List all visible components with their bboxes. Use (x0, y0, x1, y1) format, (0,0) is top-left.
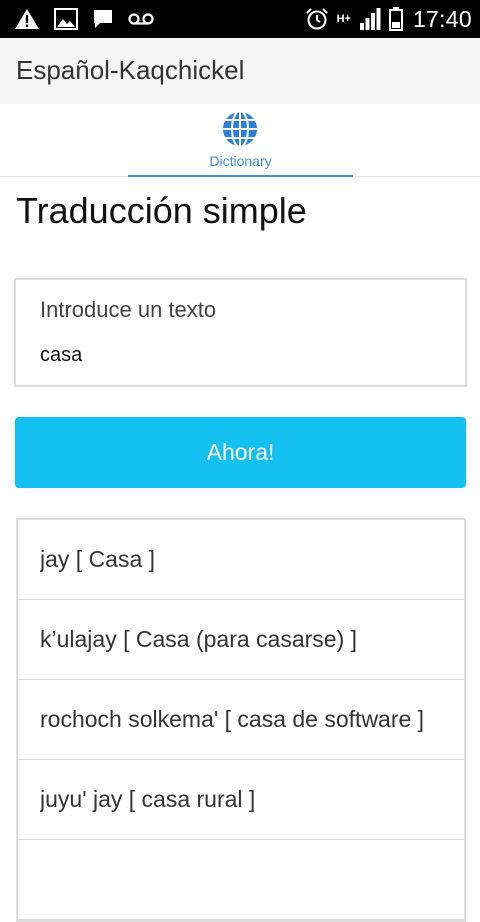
alarm-icon (305, 8, 328, 30)
result-text: rochoch solkema' [ casa de software ] (40, 706, 425, 732)
translate-button[interactable]: Ahora! (15, 417, 466, 488)
image-icon (54, 8, 78, 30)
result-item[interactable]: rochoch solkema' [ casa de software ] (18, 680, 464, 760)
text-input[interactable] (40, 340, 440, 370)
globe-icon (221, 110, 259, 148)
warning-icon (15, 9, 39, 29)
voicemail-icon (128, 13, 154, 25)
status-bar-system: H+ 17:40 (297, 6, 472, 33)
page-title: Traducción simple (16, 190, 307, 231)
app-title: Español-Kaqchickel (16, 55, 245, 85)
app-bar: Español-Kaqchickel (0, 38, 480, 104)
result-text: k’ulajay [ Casa (para casarse) ] (40, 626, 358, 652)
status-bar: H+ 17:40 (0, 0, 480, 38)
network-type-label: H+ (336, 13, 351, 25)
tab-dictionary[interactable]: Dictionary (128, 104, 353, 177)
result-text: jay [ Casa ] (40, 546, 156, 572)
input-label: Introduce un texto (40, 297, 217, 322)
result-item[interactable]: jay [ Casa ] (18, 520, 464, 600)
tab-bar: Dictionary (0, 104, 480, 177)
result-item[interactable] (18, 840, 464, 920)
message-icon (94, 10, 112, 28)
battery-icon (388, 7, 403, 31)
signal-icon (359, 8, 381, 30)
result-text: juyu' jay [ casa rural ] (40, 786, 256, 812)
result-item[interactable]: juyu' jay [ casa rural ] (18, 760, 464, 840)
status-time: 17:40 (412, 5, 472, 32)
status-bar-notifications (14, 8, 168, 30)
result-item[interactable]: k’ulajay [ Casa (para casarse) ] (18, 600, 464, 680)
text-input-card: Introduce un texto (14, 278, 467, 387)
tab-label: Dictionary (209, 153, 272, 169)
results-list: jay [ Casa ] k’ulajay [ Casa (para casar… (16, 518, 466, 922)
